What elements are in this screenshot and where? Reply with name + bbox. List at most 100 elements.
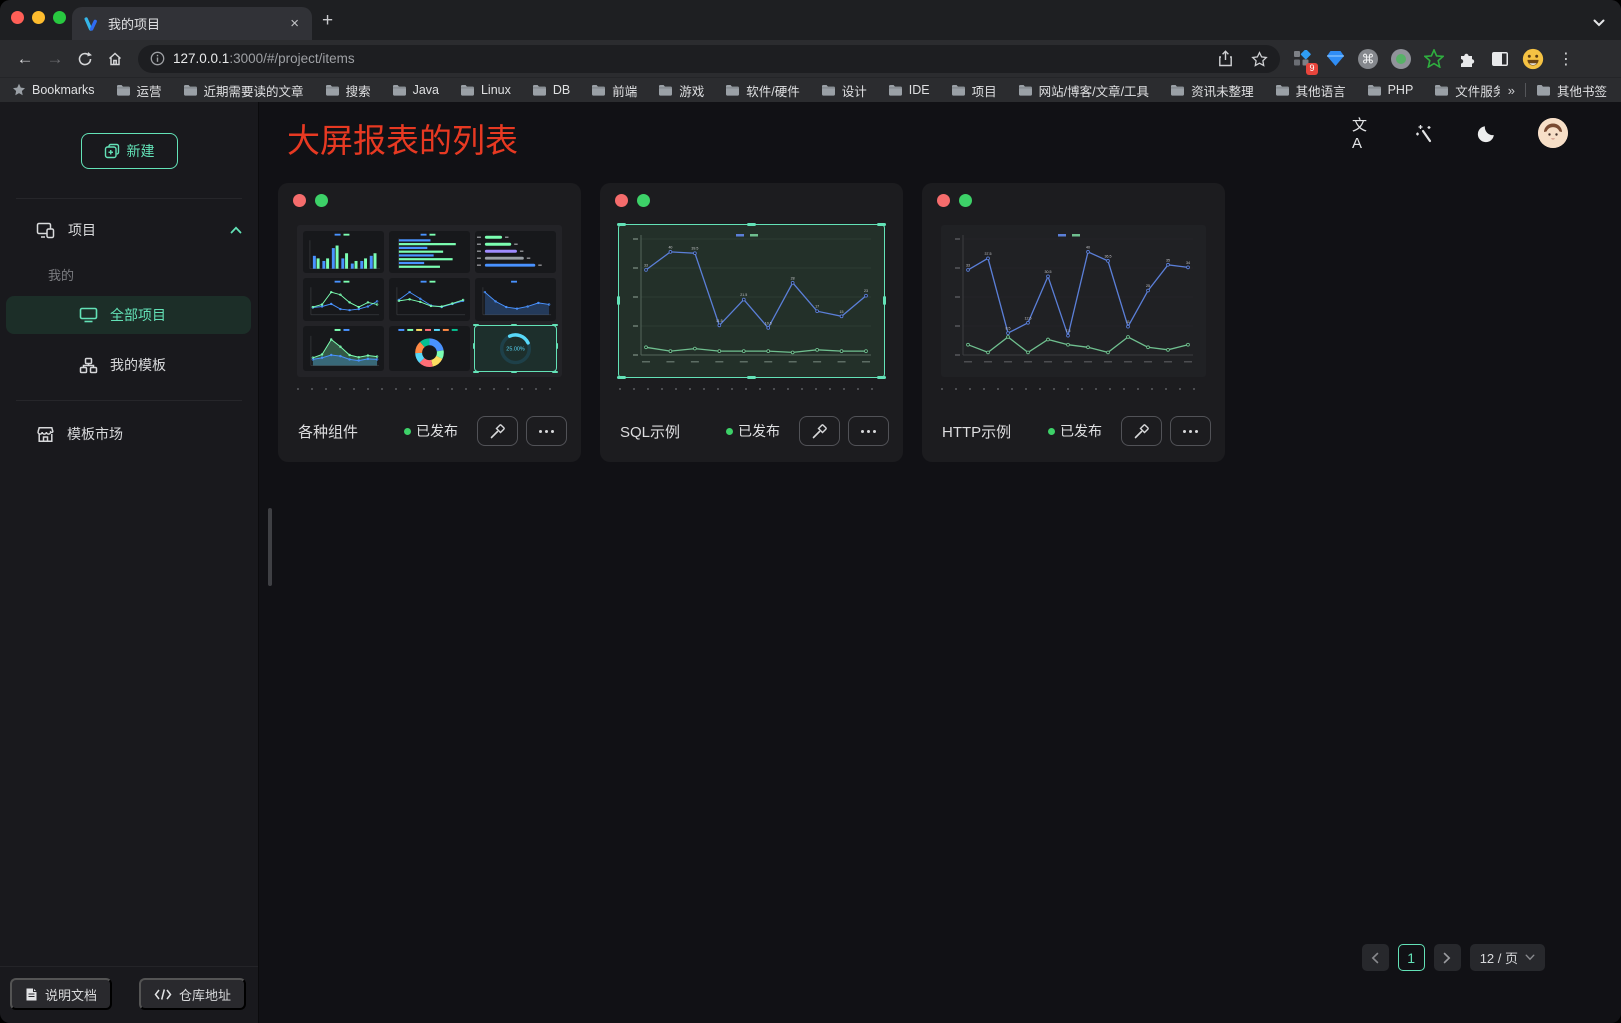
emoji-extension-icon[interactable] [1521,47,1545,71]
svg-text:40: 40 [668,245,672,249]
browser-tab[interactable]: 我的项目 × [72,7,312,40]
scrollbar-thumb[interactable] [268,508,272,586]
hammer-icon [1133,423,1150,440]
bookmark-folder[interactable]: 设计 [821,81,867,100]
bookmark-folder[interactable]: 搜索 [325,81,371,100]
next-page-button[interactable] [1434,944,1461,971]
svg-text:30.5: 30.5 [1045,270,1052,274]
repo-button-label: 仓库地址 [179,985,231,1004]
docs-button[interactable]: 说明文档 [10,978,112,1010]
red-dot [937,194,950,207]
close-window-button[interactable] [11,11,24,24]
edit-project-button[interactable] [1121,416,1162,446]
bookmark-folder[interactable]: 网站/博客/文章/工具 [1018,81,1149,100]
bookmark-folder[interactable]: 其他语言 [1275,81,1346,100]
folder-icon [951,84,966,96]
project-card-http[interactable]: 3337.58.512.530.57.54036.511253534 HTTP示… [922,183,1225,462]
project-thumbnail[interactable]: 334039.511.521.510.528171523 [619,225,884,377]
bookmark-folder[interactable]: DB [532,83,570,97]
bookmark-folder[interactable]: 项目 [951,81,997,100]
tab-close-icon[interactable]: × [287,16,302,31]
extension-gem-icon[interactable] [1323,47,1347,71]
bookmarks-root[interactable]: Bookmarks [12,83,95,97]
user-avatar[interactable] [1538,118,1568,148]
project-thumbnail[interactable]: 3337.58.512.530.57.54036.511253534 [941,225,1206,377]
bookmark-folder[interactable]: 前端 [591,81,637,100]
bookmark-folder-label: 项目 [972,81,997,100]
bookmark-star-icon[interactable] [1251,51,1268,67]
bookmark-folder[interactable]: Linux [460,83,511,97]
repo-button[interactable]: 仓库地址 [139,978,246,1010]
card-dots [615,194,650,207]
project-thumbnail[interactable]: 25.00% [297,225,562,377]
bookmark-folder[interactable]: Java [392,83,439,97]
tab-search-chevron-icon[interactable] [1593,14,1605,32]
svg-text:25: 25 [1146,284,1150,288]
language-icon[interactable]: 文A [1352,122,1374,144]
bookmark-folder[interactable]: IDE [888,83,930,97]
mini-chart-line [303,278,384,320]
bookmark-folder[interactable]: 软件/硬件 [725,81,799,100]
extensions-puzzle-icon[interactable] [1455,47,1479,71]
other-bookmarks-folder[interactable]: 其他书签 [1536,81,1607,100]
bookmark-folder-label: 运营 [137,81,162,100]
new-tab-button[interactable]: + [322,13,333,29]
site-info-icon[interactable] [150,51,165,66]
docs-button-label: 说明文档 [45,985,97,1004]
bookmark-folder[interactable]: 游戏 [658,81,704,100]
project-card-sql[interactable]: 334039.511.521.510.528171523 SQL示例 已发布 [600,183,903,462]
goview-favicon [82,15,99,32]
extension-star-icon[interactable] [1422,47,1446,71]
page-number-button[interactable]: 1 [1398,944,1425,971]
bookmark-folder[interactable]: 资讯未整理 [1170,81,1254,100]
bookmark-folder[interactable]: 近期需要读的文章 [183,81,304,100]
svg-text:25.00%: 25.00% [506,346,525,352]
sidebar-item-all-projects[interactable]: 全部项目 [6,296,251,334]
more-actions-button[interactable] [526,416,567,446]
extension-record-icon[interactable] [1389,47,1413,71]
home-icon[interactable] [100,45,130,73]
edit-project-button[interactable] [799,416,840,446]
bookmark-folder[interactable]: 运营 [116,81,162,100]
document-icon [25,987,38,1002]
minimize-window-button[interactable] [32,11,45,24]
edit-project-button[interactable] [477,416,518,446]
bookmark-folder-label: 设计 [842,81,867,100]
magic-wand-icon[interactable] [1414,122,1436,144]
projects-icon [36,222,55,239]
hammer-icon [811,423,828,440]
extension-grid-icon[interactable]: 9 [1290,47,1314,71]
dotted-ruler [941,388,1206,390]
address-bar[interactable]: 127.0.0.1:3000/#/project/items [138,45,1280,73]
project-card-components[interactable]: 25.00% 各种组件 已发布 [278,183,581,462]
prev-page-button[interactable] [1362,944,1389,971]
forward-icon[interactable]: → [40,45,70,73]
chevron-up-icon[interactable] [230,226,242,234]
bookmarks-overflow-chevron[interactable]: » [1508,83,1515,98]
create-project-button[interactable]: 新建 [81,133,178,169]
bookmark-folder[interactable]: PHP [1367,83,1414,97]
reading-mode-icon[interactable] [1488,47,1512,71]
sidebar-item-my-templates[interactable]: 我的模板 [6,346,251,384]
page-size-label: 12 / 页 [1480,948,1518,967]
zoom-window-button[interactable] [53,11,66,24]
mini-chart-gauge: 25.00% [475,326,556,371]
status-dot [1048,428,1055,435]
more-actions-button[interactable] [1170,416,1211,446]
sidebar-item-template-market[interactable]: 模板市场 [6,415,251,453]
dark-mode-moon-icon[interactable] [1476,122,1498,144]
extension-command-icon[interactable]: ⌘ [1356,47,1380,71]
back-icon[interactable]: ← [10,45,40,73]
sidebar-item-label: 模板市场 [67,424,123,444]
project-cards: 25.00% 各种组件 已发布 334039.51 [278,183,1621,462]
sidebar-item-label: 全部项目 [110,305,166,325]
page-size-select[interactable]: 12 / 页 [1470,944,1545,971]
reload-icon[interactable] [70,45,100,73]
card-footer: 各种组件 已发布 [278,400,581,462]
sidebar-group-projects[interactable]: 项目 [0,211,258,249]
mini-chart-capsule [475,231,556,273]
browser-menu-icon[interactable]: ⋮ [1551,45,1581,73]
svg-text:11.5: 11.5 [716,319,723,323]
share-icon[interactable] [1218,50,1233,67]
more-actions-button[interactable] [848,416,889,446]
